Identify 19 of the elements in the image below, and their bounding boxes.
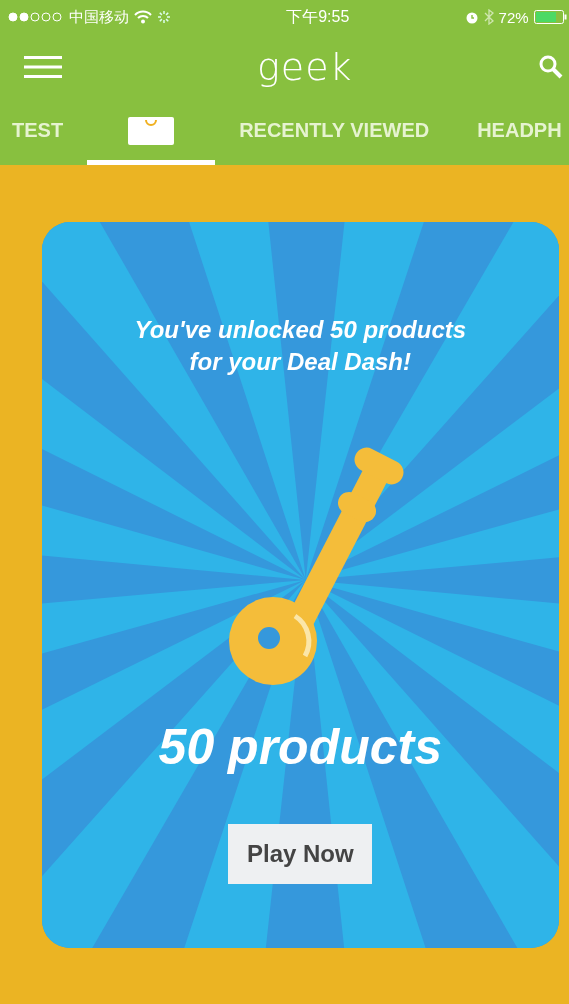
category-tab[interactable]: RECENTLY VIEWED xyxy=(215,100,454,165)
carrier-name: 中国移动 xyxy=(69,7,129,27)
category-tab[interactable]: TEST xyxy=(0,100,88,165)
wifi-icon xyxy=(134,10,152,24)
menu-icon[interactable] xyxy=(24,55,62,79)
bluetooth-icon xyxy=(483,9,494,25)
category-tab[interactable]: HEADPH xyxy=(453,100,569,165)
app-logo: geek xyxy=(257,45,353,89)
battery-icon xyxy=(533,10,568,24)
alarm-icon xyxy=(464,10,479,24)
battery-percent: 72% xyxy=(498,8,529,26)
bag-icon xyxy=(128,115,175,145)
products-headline: 50 products xyxy=(158,718,442,776)
status-time: 下午9:55 xyxy=(285,6,351,27)
play-now-button[interactable]: Play Now xyxy=(228,824,373,884)
search-icon[interactable] xyxy=(537,54,564,80)
loading-icon xyxy=(157,10,171,24)
unlock-message: You've unlocked 50 products for your Deal Dash! xyxy=(133,315,468,377)
signal-icon xyxy=(8,12,64,22)
